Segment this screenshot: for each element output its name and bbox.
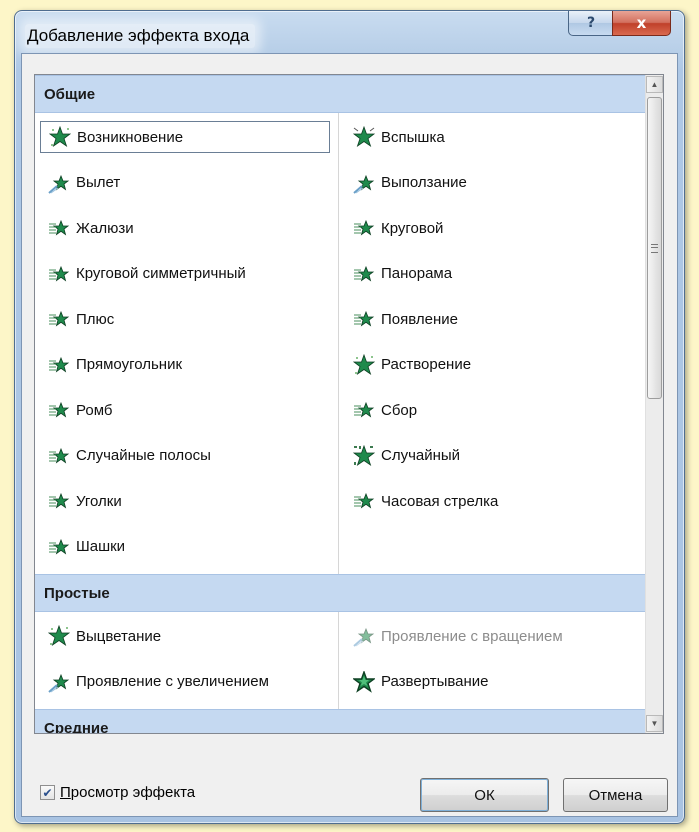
preview-effect-checkbox[interactable]: ✔ Просмотр эффекта [40, 784, 195, 801]
scroll-up-button[interactable]: ▲ [646, 76, 663, 93]
star-random-icon [353, 444, 375, 466]
effect-item[interactable]: Уголки [40, 485, 330, 517]
effects-list[interactable]: Общие Возникновение Вспышка Вылет Выползание… [34, 74, 664, 734]
effect-item[interactable]: Случайные полосы [40, 440, 330, 472]
star-stripes-icon [49, 265, 70, 281]
effect-item[interactable]: Возникновение [40, 121, 330, 153]
effect-item[interactable]: Часовая стрелка [345, 485, 635, 517]
close-button[interactable]: x [612, 11, 671, 36]
effect-label: Сбор [381, 401, 418, 419]
star-stripes-icon [354, 219, 375, 236]
effect-item[interactable]: Выцветание [40, 620, 330, 652]
group-header: Простые [35, 574, 645, 612]
effect-label: Круговой [381, 219, 444, 237]
star-fly-icon [48, 673, 70, 693]
effect-item[interactable]: Жалюзи [40, 212, 330, 244]
preview-effect-label: Просмотр эффекта [60, 784, 196, 801]
grip-icon [651, 243, 658, 253]
star-flash-icon [353, 126, 375, 148]
star-fly-icon [353, 174, 375, 194]
effect-item[interactable]: Круговой симметричный [40, 258, 330, 290]
effect-item[interactable]: Плюс [40, 303, 330, 335]
effect-item[interactable]: Вылет [40, 167, 330, 199]
effect-item[interactable]: Вспышка [345, 121, 635, 153]
star-stripes-icon [49, 219, 70, 236]
effect-label: Уголки [76, 492, 122, 510]
effect-item[interactable]: Шашки [40, 531, 330, 563]
star-stripes-icon [49, 492, 70, 509]
effect-label: Прямоугольник [76, 356, 183, 373]
star-appear-icon [49, 126, 71, 148]
column-divider [338, 612, 339, 709]
effect-item[interactable]: Выползание [345, 167, 635, 199]
effect-item[interactable]: Круговой [345, 212, 635, 244]
cancel-button[interactable]: Отмена [563, 778, 668, 812]
effect-item[interactable]: Проявление с увеличением [40, 666, 330, 698]
checkmark-icon: ✔ [42, 785, 53, 800]
effect-label: Плюс [76, 310, 115, 328]
vertical-scrollbar[interactable]: ▲ ▼ [645, 75, 663, 733]
star-stripes-icon [354, 265, 375, 281]
effect-item[interactable]: Развертывание [345, 666, 635, 698]
star-stripes-icon [49, 538, 70, 554]
effect-label: Вылет [76, 174, 121, 191]
effect-label: Проявление с вращением [381, 627, 563, 645]
title-bar[interactable]: Добавление эффекта входа ? x [15, 11, 684, 55]
star-stripes-icon [49, 356, 70, 372]
effect-label: Шашки [76, 538, 126, 555]
dialog-body: Общие Возникновение Вспышка Вылет Выползание… [21, 53, 678, 817]
effect-label: Случайный [381, 447, 461, 464]
add-entrance-effect-dialog: Добавление эффекта входа ? x Общие Возник… [14, 10, 685, 824]
effect-label: Вспышка [381, 128, 445, 146]
star-fly-icon [353, 627, 375, 647]
effect-label: Случайные полосы [76, 447, 211, 464]
group-header: Средние [35, 709, 645, 733]
effect-label: Проявление с увеличением [76, 673, 269, 690]
effect-label: Круговой симметричный [76, 265, 246, 282]
checkbox-box[interactable]: ✔ [40, 785, 55, 800]
effect-item[interactable]: Случайный [345, 440, 635, 472]
star-stripes-icon [354, 401, 375, 418]
effect-label: Часовая стрелка [381, 492, 499, 510]
group-header: Общие [35, 75, 645, 113]
star-stripes-icon [49, 401, 70, 418]
effect-item[interactable]: Сбор [345, 394, 635, 426]
star-stripes-icon [354, 310, 375, 327]
arrow-up-icon: ▲ [650, 80, 659, 89]
effect-item[interactable]: Растворение [345, 349, 635, 381]
effect-label: Возникновение [77, 128, 184, 146]
dialog-title: Добавление эффекта входа [25, 24, 256, 48]
column-divider [338, 113, 339, 574]
effect-item[interactable]: Прямоугольник [40, 349, 330, 381]
star-expand-icon [353, 670, 375, 693]
effects-list-content: Общие Возникновение Вспышка Вылет Выползание… [35, 75, 645, 733]
scroll-thumb[interactable] [647, 97, 662, 399]
effect-label: Выцветание [76, 627, 162, 645]
star-stripes-icon [49, 447, 70, 463]
effect-label: Растворение [381, 356, 472, 373]
effect-label: Появление [381, 310, 458, 328]
effect-label: Развертывание [381, 673, 489, 690]
effect-item[interactable]: Панорама [345, 258, 635, 290]
star-stripes-icon [354, 492, 375, 509]
effect-item[interactable]: Проявление с вращением [345, 620, 635, 652]
star-stripes-icon [49, 310, 70, 327]
effect-item[interactable]: Появление [345, 303, 635, 335]
ok-button[interactable]: ОК [420, 778, 549, 812]
arrow-down-icon: ▼ [650, 719, 659, 728]
help-icon: ? [586, 15, 596, 31]
effect-label: Панорама [381, 265, 453, 282]
star-appear-icon [353, 353, 375, 375]
close-icon: x [636, 14, 647, 32]
help-button[interactable]: ? [568, 11, 614, 36]
effect-label: Выползание [381, 174, 467, 191]
scroll-down-button[interactable]: ▼ [646, 715, 663, 732]
star-fly-icon [48, 174, 70, 194]
effect-item[interactable]: Ромб [40, 394, 330, 426]
effect-label: Ромб [76, 401, 113, 419]
star-appear-icon [48, 625, 70, 647]
effect-label: Жалюзи [76, 219, 134, 237]
